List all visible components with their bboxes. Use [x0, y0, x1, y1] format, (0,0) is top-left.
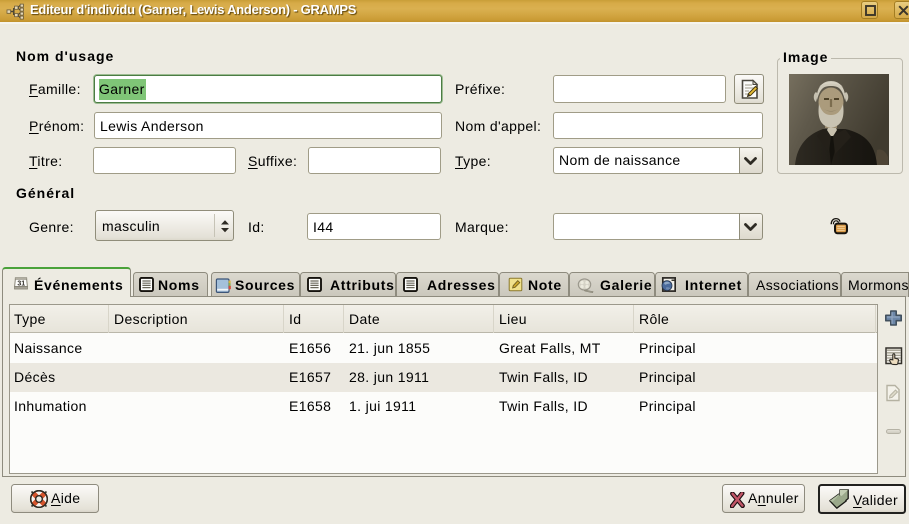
svg-text:31: 31 — [17, 281, 25, 288]
